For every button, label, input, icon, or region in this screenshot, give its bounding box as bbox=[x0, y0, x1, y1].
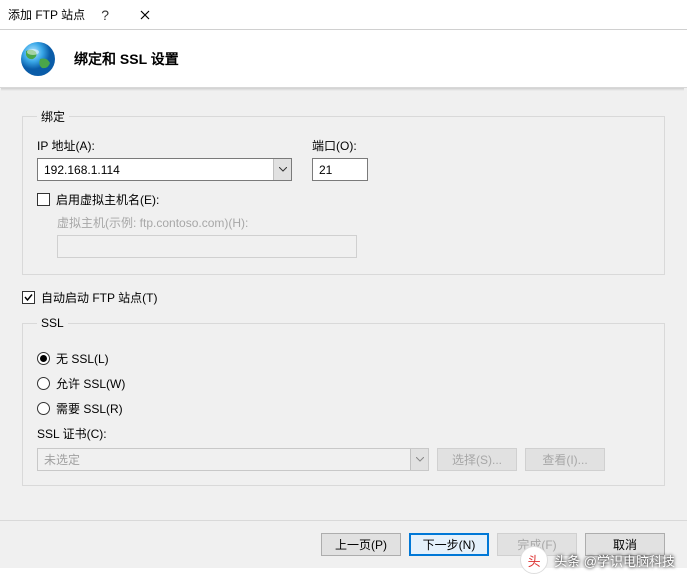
cancel-button[interactable]: 取消 bbox=[585, 533, 665, 556]
port-input[interactable] bbox=[312, 158, 368, 181]
wizard-content: 绑定 IP 地址(A): 端口(O): 启用虚拟主机名(E): 虚拟主机 bbox=[0, 88, 687, 520]
ssl-none-radio[interactable] bbox=[37, 352, 50, 365]
binding-group: 绑定 IP 地址(A): 端口(O): 启用虚拟主机名(E): 虚拟主机 bbox=[22, 108, 665, 275]
ip-address-input[interactable] bbox=[38, 159, 273, 180]
autostart-checkbox[interactable] bbox=[22, 291, 35, 304]
chevron-down-icon bbox=[279, 167, 287, 172]
ssl-legend: SSL bbox=[37, 316, 68, 330]
ip-address-label: IP 地址(A): bbox=[37, 137, 292, 154]
ip-address-combo[interactable] bbox=[37, 158, 292, 181]
ssl-allow-radio[interactable] bbox=[37, 377, 50, 390]
ssl-require-radio-row[interactable]: 需要 SSL(R) bbox=[37, 400, 650, 417]
vhost-label: 虚拟主机(示例: ftp.contoso.com)(H): bbox=[57, 214, 357, 231]
wizard-footer: 上一页(P) 下一步(N) 完成(F) 取消 bbox=[0, 520, 687, 568]
wizard-header: 绑定和 SSL 设置 bbox=[0, 30, 687, 88]
next-button[interactable]: 下一步(N) bbox=[409, 533, 489, 556]
ssl-cert-dropdown-button bbox=[410, 449, 428, 470]
enable-vhost-label: 启用虚拟主机名(E): bbox=[56, 191, 159, 208]
prev-button[interactable]: 上一页(P) bbox=[321, 533, 401, 556]
window-title: 添加 FTP 站点 bbox=[8, 6, 85, 23]
page-title: 绑定和 SSL 设置 bbox=[74, 49, 179, 69]
globe-icon bbox=[18, 39, 58, 79]
ssl-require-label: 需要 SSL(R) bbox=[56, 400, 123, 417]
ssl-allow-label: 允许 SSL(W) bbox=[56, 375, 125, 392]
enable-vhost-checkbox-row[interactable]: 启用虚拟主机名(E): bbox=[37, 191, 650, 208]
checkmark-icon bbox=[23, 292, 34, 303]
ssl-require-radio[interactable] bbox=[37, 402, 50, 415]
autostart-checkbox-row[interactable]: 自动启动 FTP 站点(T) bbox=[22, 289, 665, 306]
finish-button: 完成(F) bbox=[497, 533, 577, 556]
header-shadow bbox=[1, 88, 684, 91]
help-button[interactable]: ? bbox=[85, 0, 125, 30]
ssl-cert-input bbox=[38, 449, 410, 470]
close-button[interactable] bbox=[125, 0, 165, 30]
ssl-cert-combo bbox=[37, 448, 429, 471]
vhost-input bbox=[57, 235, 357, 258]
port-label: 端口(O): bbox=[312, 137, 368, 154]
binding-legend: 绑定 bbox=[37, 108, 69, 125]
chevron-down-icon bbox=[416, 457, 424, 462]
titlebar: 添加 FTP 站点 ? bbox=[0, 0, 687, 30]
enable-vhost-checkbox[interactable] bbox=[37, 193, 50, 206]
ssl-allow-radio-row[interactable]: 允许 SSL(W) bbox=[37, 375, 650, 392]
autostart-label: 自动启动 FTP 站点(T) bbox=[41, 289, 157, 306]
radio-dot-icon bbox=[40, 355, 47, 362]
ssl-view-button: 查看(I)... bbox=[525, 448, 605, 471]
ip-address-dropdown-button[interactable] bbox=[273, 159, 291, 180]
ssl-select-button: 选择(S)... bbox=[437, 448, 517, 471]
close-icon bbox=[140, 10, 150, 20]
ssl-none-label: 无 SSL(L) bbox=[56, 350, 109, 367]
ssl-group: SSL 无 SSL(L) 允许 SSL(W) 需要 SSL(R) SSL 证书(… bbox=[22, 316, 665, 486]
ssl-none-radio-row[interactable]: 无 SSL(L) bbox=[37, 350, 650, 367]
ssl-cert-label: SSL 证书(C): bbox=[37, 427, 107, 441]
